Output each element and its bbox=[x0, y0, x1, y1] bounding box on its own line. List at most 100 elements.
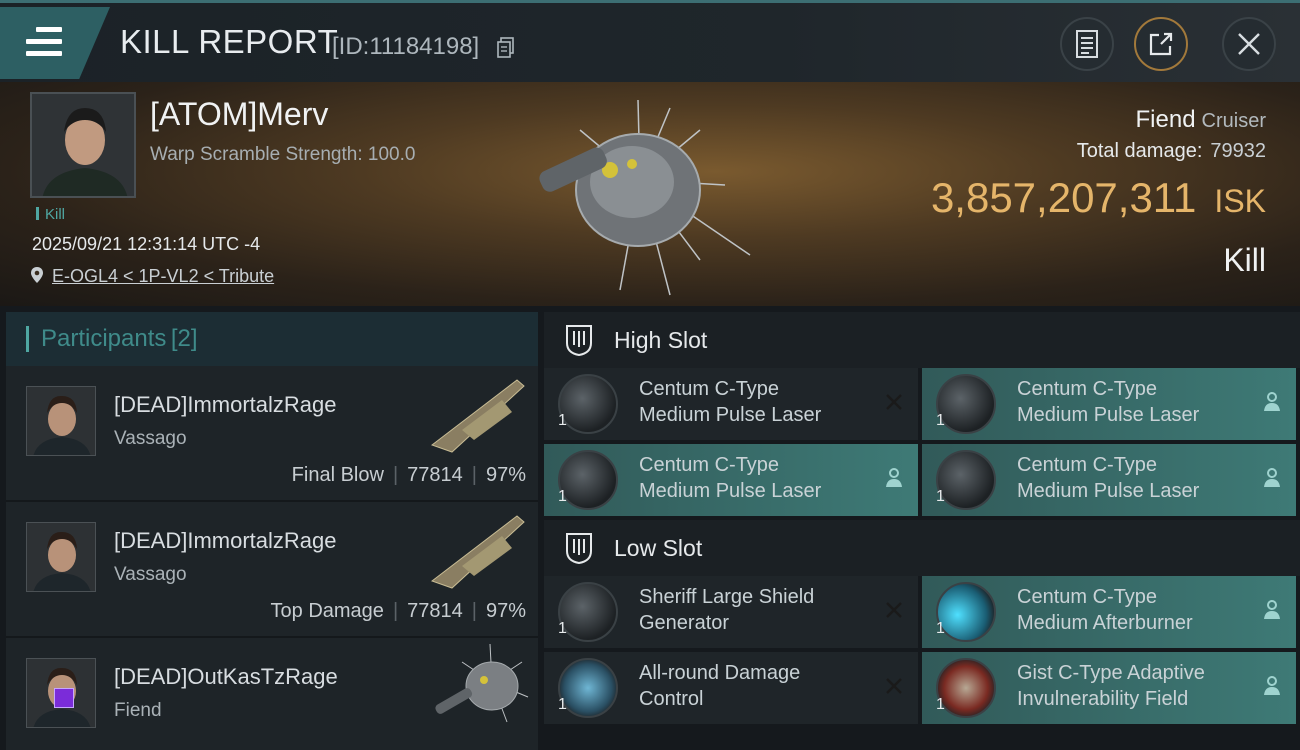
participant-name: [DEAD]OutKasTzRage bbox=[114, 664, 338, 689]
participant-ship: Vassago bbox=[114, 564, 187, 585]
module-item[interactable]: 1 Centum C-Type Medium Pulse Laser bbox=[544, 368, 918, 440]
participants-header: Participants [2] bbox=[6, 312, 538, 366]
share-icon bbox=[1149, 32, 1173, 56]
participant-row[interactable]: [DEAD]OutKasTzRage Fiend bbox=[6, 638, 538, 750]
total-damage-label: Total damage: bbox=[1076, 140, 1203, 162]
participant-row[interactable]: [DEAD]ImmortalzRage Vassago Final Blow | 7… bbox=[6, 366, 538, 502]
ship-name: Fiend bbox=[1135, 106, 1196, 133]
module-name: Centum C-Type Medium Pulse Laser bbox=[639, 378, 822, 426]
module-item[interactable]: 1 Sheriff Large Shield Generator bbox=[544, 576, 918, 648]
module-item[interactable]: 1 All-round Damage Control bbox=[544, 652, 918, 724]
destroyed-icon bbox=[886, 602, 902, 618]
module-item[interactable]: 1 Gist C-Type Adaptive Invulnerability Fi… bbox=[922, 652, 1296, 724]
isk-value: 3,857,207,311 ISK bbox=[931, 174, 1266, 222]
shield-generator-icon bbox=[558, 582, 618, 642]
module-item[interactable]: 1 Centum C-Type Medium Pulse Laser bbox=[544, 444, 918, 516]
victim-portrait[interactable] bbox=[30, 92, 136, 198]
victim-ship-image bbox=[539, 99, 751, 296]
module-item[interactable]: 1 Centum C-Type Medium Pulse Laser bbox=[922, 368, 1296, 440]
location-text[interactable]: E-OGL4 < 1P-VL2 < Tribute bbox=[52, 266, 274, 286]
module-item[interactable]: 1 Centum C-Type Medium Afterburner bbox=[922, 576, 1296, 648]
total-damage-value: 79932 bbox=[1210, 140, 1266, 162]
victim-name[interactable]: [ATOM]Merv bbox=[150, 96, 328, 133]
module-name: Centum C-Type Medium Pulse Laser bbox=[1017, 454, 1200, 502]
report-notes-button[interactable] bbox=[1060, 17, 1114, 71]
result-label: Kill bbox=[1223, 242, 1266, 278]
low-slot-icon bbox=[566, 533, 592, 565]
participant-ship: Vassago bbox=[114, 428, 187, 449]
high-slot-header: High Slot bbox=[544, 312, 1300, 368]
afterburner-icon bbox=[936, 582, 996, 642]
person-icon bbox=[1264, 392, 1280, 411]
module-name: Gist C-Type Adaptive Invulnerability Fiel… bbox=[1017, 662, 1205, 710]
page-title: KILL REPORT bbox=[120, 23, 339, 60]
isk-amount: 3,857,207,311 bbox=[930, 174, 1197, 221]
module-qty: 1 bbox=[558, 412, 567, 429]
person-icon bbox=[1264, 600, 1280, 619]
isk-unit: ISK bbox=[1214, 183, 1266, 219]
document-icon bbox=[1076, 30, 1098, 58]
high-slot-icon bbox=[566, 325, 592, 357]
participants-title: Participants bbox=[41, 325, 167, 352]
module-name: Centum C-Type Medium Afterburner bbox=[1017, 586, 1193, 634]
module-qty: 1 bbox=[936, 412, 945, 429]
ship-class: Cruiser bbox=[1201, 110, 1266, 132]
participant-name: [DEAD]ImmortalzRage bbox=[114, 528, 337, 553]
module-qty: 1 bbox=[558, 488, 567, 505]
report-id: [ID:11184198] bbox=[332, 33, 480, 60]
person-icon bbox=[1264, 468, 1280, 487]
module-qty: 1 bbox=[936, 488, 945, 505]
info-badge-icon bbox=[54, 688, 74, 708]
participant-row[interactable]: [DEAD]ImmortalzRage Vassago Top Damage | 7… bbox=[6, 502, 538, 638]
pulse-laser-icon bbox=[936, 450, 996, 510]
victim-summary: [ATOM]Merv Warp Scramble Strength: 100.0… bbox=[0, 82, 1300, 306]
low-slot-label: Low Slot bbox=[614, 534, 703, 561]
participant-avatar bbox=[26, 386, 96, 456]
pulse-laser-icon bbox=[936, 374, 996, 434]
module-name: Centum C-Type Medium Pulse Laser bbox=[639, 454, 822, 502]
fitting-panel: High Slot 1 Centum C-Type Medium Pulse La… bbox=[544, 312, 1300, 750]
kill-location[interactable]: E-OGL4 < 1P-VL2 < Tribute bbox=[30, 266, 274, 287]
title-bar: KILL REPORT [ID:11184198] bbox=[0, 0, 1300, 82]
participant-stats: Top Damage | 77814 | 97% bbox=[270, 600, 526, 622]
kill-datetime: 2025/09/21 12:31:14 UTC -4 bbox=[32, 234, 261, 254]
participant-damage: 77814 bbox=[407, 600, 463, 622]
share-button[interactable] bbox=[1134, 17, 1188, 71]
total-damage: Total damage: 79932 bbox=[1077, 140, 1266, 163]
low-slot-grid: 1 Sheriff Large Shield Generator 1 Centum… bbox=[544, 576, 1300, 728]
participant-role: Final Blow bbox=[291, 464, 384, 486]
pulse-laser-icon bbox=[558, 450, 618, 510]
close-button[interactable] bbox=[1222, 17, 1276, 71]
participant-ship-image bbox=[430, 515, 525, 589]
module-qty: 1 bbox=[558, 620, 567, 637]
menu-button[interactable] bbox=[0, 7, 110, 79]
person-icon bbox=[1264, 676, 1280, 695]
participant-percent: 97% bbox=[485, 464, 526, 486]
participant-ship-image bbox=[430, 379, 525, 453]
participant-role: Top Damage bbox=[270, 600, 384, 622]
module-name: Centum C-Type Medium Pulse Laser bbox=[1017, 378, 1200, 426]
participants-count: [2] bbox=[170, 325, 198, 352]
invulnerability-field-icon bbox=[936, 658, 996, 718]
participant-percent: 97% bbox=[485, 600, 526, 622]
participant-ship-image bbox=[435, 643, 529, 723]
high-slot-label: High Slot bbox=[614, 326, 708, 353]
high-slot-grid: 1 Centum C-Type Medium Pulse Laser 1 Cent… bbox=[544, 368, 1300, 520]
module-name: All-round Damage Control bbox=[639, 662, 801, 710]
module-qty: 1 bbox=[936, 696, 945, 713]
participant-name: [DEAD]ImmortalzRage bbox=[114, 392, 337, 417]
participant-ship: Fiend bbox=[114, 700, 162, 721]
copy-icon[interactable] bbox=[497, 37, 515, 59]
destroyed-icon bbox=[886, 678, 902, 694]
module-name: Sheriff Large Shield Generator bbox=[639, 586, 815, 634]
location-pin-icon bbox=[31, 267, 43, 283]
module-qty: 1 bbox=[936, 620, 945, 637]
damage-control-icon bbox=[558, 658, 618, 718]
participants-panel: Participants [2] [DEAD]ImmortalzRage Vas… bbox=[6, 312, 538, 750]
victim-ship[interactable]: Fiend Cruiser bbox=[1136, 106, 1267, 134]
kill-tag: Kill bbox=[36, 206, 65, 223]
module-item[interactable]: 1 Centum C-Type Medium Pulse Laser bbox=[922, 444, 1296, 516]
participant-stats: Final Blow | 77814 | 97% bbox=[291, 464, 526, 486]
warp-scramble-strength: Warp Scramble Strength: 100.0 bbox=[150, 144, 416, 165]
low-slot-header: Low Slot bbox=[544, 520, 1300, 576]
